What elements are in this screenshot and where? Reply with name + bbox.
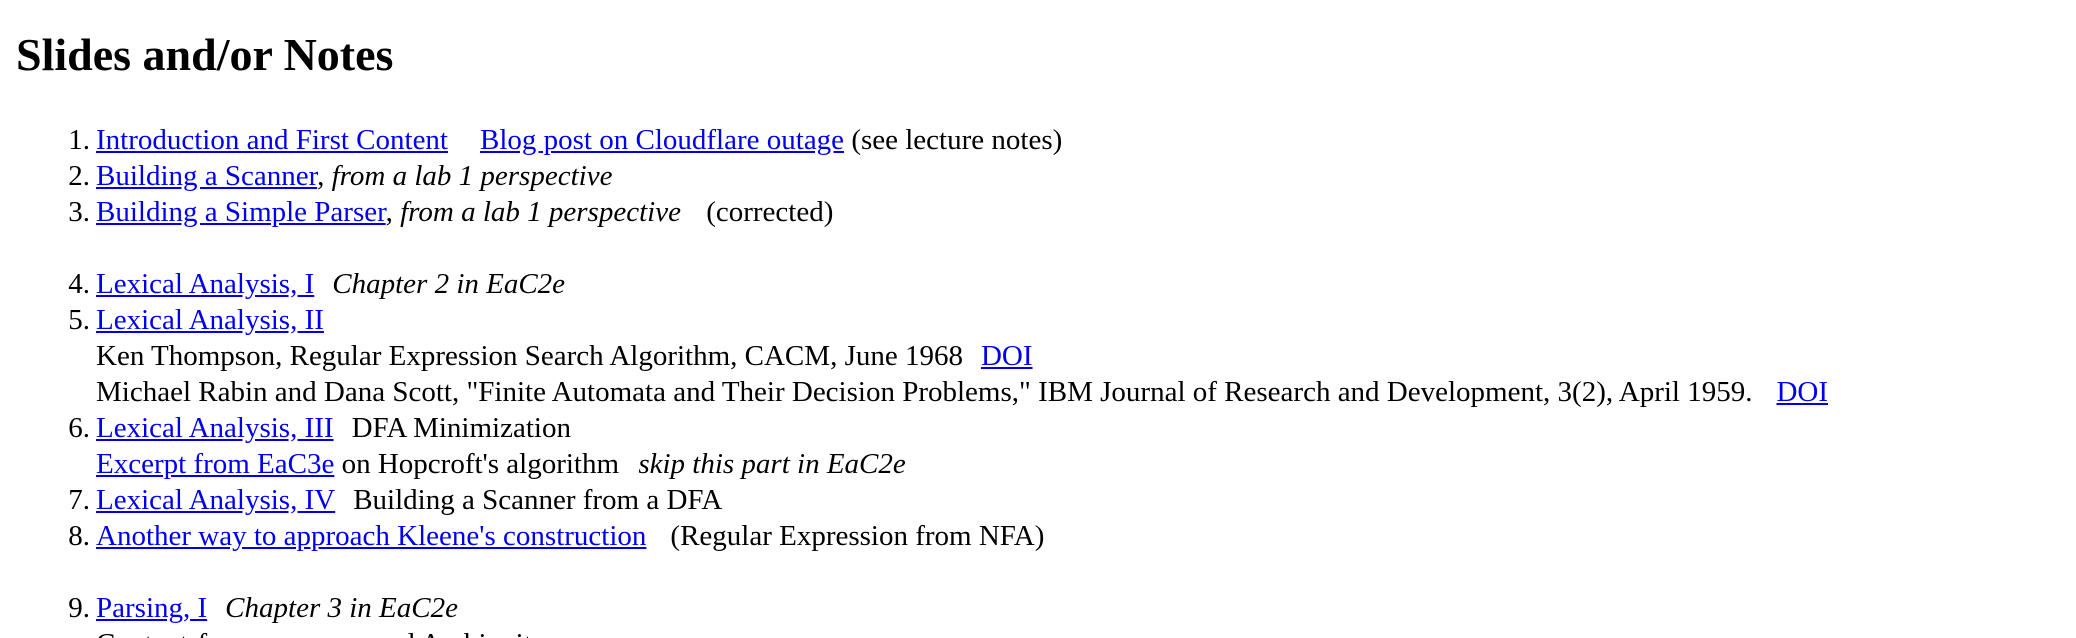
reference-text: Ken Thompson, Regular Expression Search … [96,340,963,372]
building-parser-link[interactable]: Building a Simple Parser [96,196,386,228]
comma: , [385,196,393,228]
building-scanner-link[interactable]: Building a Scanner [96,160,317,192]
sub-line: Excerpt from EaC3e on Hopcroft's algorit… [96,446,2066,482]
item-number: 5. [68,304,90,336]
page-content: Slides and/or Notes 1. Introduction and … [16,22,2066,638]
item-note: (Regular Expression from NFA) [670,520,1045,552]
item-number: 9. [68,592,90,624]
lexical-analysis-3-link[interactable]: Lexical Analysis, III [96,412,334,444]
item-number: 2. [68,160,90,192]
item-note: Building a Scanner from a DFA [353,484,723,516]
kleene-construction-link[interactable]: Another way to approach Kleene's constru… [96,520,646,552]
reference-line: Michael Rabin and Dana Scott, "Finite Au… [96,374,2066,410]
intro-link[interactable]: Introduction and First Content [96,124,448,156]
item-italic-note: from a lab 1 perspective [331,160,613,192]
page-title: Slides and/or Notes [16,29,394,80]
list-item: 6. Lexical Analysis, III DFA Minimization… [16,410,2066,482]
item-italic-note: Chapter 2 in EaC2e [332,268,566,300]
item-note: (corrected) [706,196,834,228]
sub-text: on Hopcroft's algorithm [341,448,620,480]
item-number: 3. [68,196,90,228]
list-item: 3. Building a Simple Parser, from a lab … [16,194,2066,230]
list-item: 7. Lexical Analysis, IV Building a Scanne… [16,482,2066,518]
sub-line: Context-free grammars and Ambiguity [96,626,2066,638]
list-item: 5. Lexical Analysis, II Ken Thompson, Re… [16,302,2066,410]
lexical-analysis-2-link[interactable]: Lexical Analysis, II [96,304,324,336]
item-number: 6. [68,412,90,444]
eac3e-excerpt-link[interactable]: Excerpt from EaC3e [96,448,334,480]
item-italic-note: from a lab 1 perspective [400,196,681,228]
item-number: 7. [68,484,90,516]
sub-italic-note: skip this part in EaC2e [638,448,906,480]
lexical-analysis-4-link[interactable]: Lexical Analysis, IV [96,484,335,516]
item-note: DFA Minimization [351,412,571,444]
list-item: 2. Building a Scanner, from a lab 1 pers… [16,158,2066,194]
item-italic-note: Chapter 3 in EaC2e [225,592,458,624]
doi-link[interactable]: DOI [981,340,1033,372]
doi-link[interactable]: DOI [1776,376,1828,408]
list-item: 8. Another way to approach Kleene's cons… [16,518,2066,554]
list-item: 1. Introduction and First Content Blog po… [16,122,2066,158]
parsing-1-link[interactable]: Parsing, I [96,592,207,624]
list-item: 9. Parsing, I Chapter 3 in EaC2e Context-… [16,590,2066,638]
item-number: 1. [68,124,90,156]
item-number: 8. [68,520,90,552]
reference-line: Ken Thompson, Regular Expression Search … [96,338,2066,374]
lexical-analysis-1-link[interactable]: Lexical Analysis, I [96,268,314,300]
item-number: 4. [68,268,90,300]
lecture-list: 1. Introduction and First Content Blog po… [16,122,2066,638]
list-item: 4. Lexical Analysis, I Chapter 2 in EaC2e [16,266,2066,302]
cloudflare-blog-link[interactable]: Blog post on Cloudflare outage [480,124,844,156]
item-note: (see lecture notes) [851,124,1063,156]
comma: , [317,160,325,192]
reference-text: Michael Rabin and Dana Scott, "Finite Au… [96,376,1753,408]
